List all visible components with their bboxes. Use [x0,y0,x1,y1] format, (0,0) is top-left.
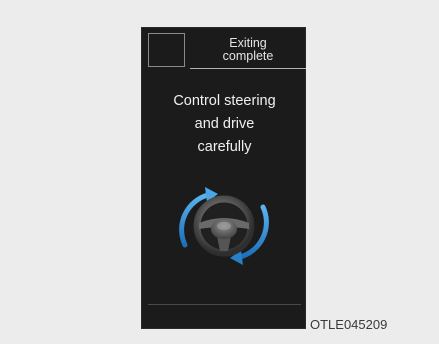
steering-wheel-icon [179,187,269,265]
cluster-display: Exiting complete Control steering and dr… [141,27,306,329]
instruction-line-2: and drive [194,116,255,132]
figure-code: OTLE045209 [310,317,388,332]
status-line-2: complete [222,49,274,63]
instruction-message: Control steering and drive carefully [142,90,307,159]
indicator-placeholder [148,33,185,67]
status-title: Exiting complete [190,32,306,69]
instruction-line-3: carefully [197,139,252,155]
bottom-divider [148,304,301,305]
instruction-line-1: Control steering [173,93,276,109]
